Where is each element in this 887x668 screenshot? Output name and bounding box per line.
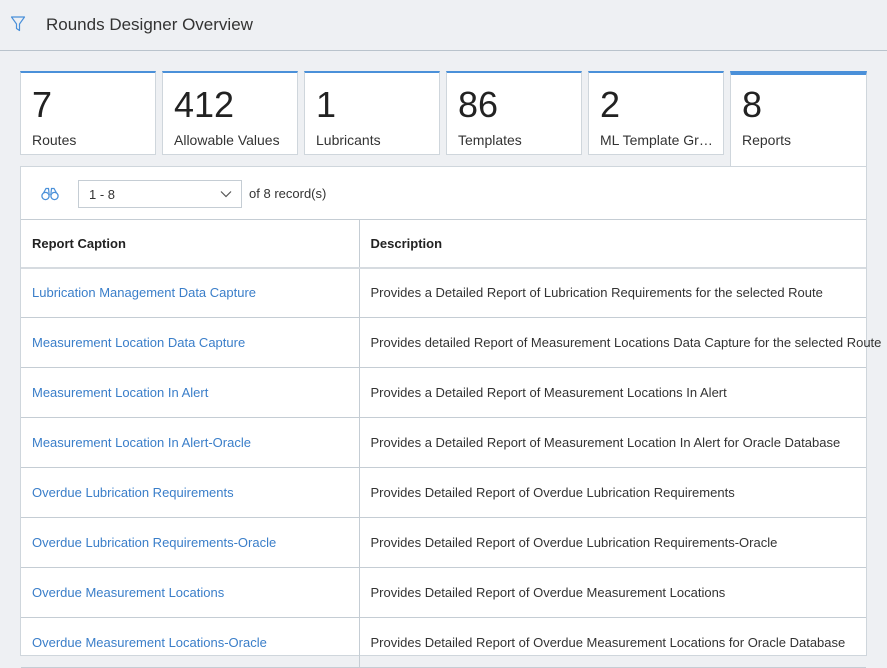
record-unit-label: record(s) [274, 186, 327, 201]
page-title: Rounds Designer Overview [46, 15, 253, 34]
report-description: Provides Detailed Report of Overdue Meas… [359, 617, 866, 668]
report-description: Provides a Detailed Report of Measuremen… [359, 367, 866, 418]
table-row: Overdue Measurement Locations-Oracle Pro… [21, 617, 866, 668]
report-description: Provides Detailed Report of Overdue Lubr… [359, 517, 866, 568]
column-header-report-caption[interactable]: Report Caption [21, 219, 360, 269]
tile-count: 8 [742, 84, 763, 125]
reports-panel: 1 - 8 of 8 record(s) Report Caption Desc… [20, 166, 881, 668]
tile-ml-template-groups[interactable]: 2 ML Template Grou... [588, 71, 724, 155]
report-caption-link[interactable]: Overdue Lubrication Requirements [21, 467, 360, 518]
report-description: Provides a Detailed Report of Lubricatio… [359, 267, 866, 318]
page-range-select[interactable]: 1 - 8 [78, 180, 242, 208]
tile-label: Reports [742, 132, 792, 148]
tile-count: 1 [316, 84, 337, 125]
report-description: Provides Detailed Report of Overdue Lubr… [359, 467, 866, 518]
table-row: Lubrication Management Data Capture Prov… [21, 267, 866, 318]
tile-count: 412 [174, 84, 235, 125]
report-caption-link[interactable]: Overdue Lubrication Requirements-Oracle [21, 517, 360, 568]
table-row: Overdue Lubrication Requirements Provide… [21, 467, 866, 518]
summary-tiles: 7 Routes 412 Allowable Values 1 Lubrican… [20, 71, 867, 167]
tile-label: Allowable Values [174, 132, 280, 148]
column-header-description[interactable]: Description [359, 219, 866, 269]
record-of-label: of [249, 186, 260, 201]
page-range-value: 1 - 8 [89, 187, 116, 202]
report-description: Provides Detailed Report of Overdue Meas… [359, 567, 866, 618]
tile-label: ML Template Grou... [600, 132, 718, 148]
table-row: Measurement Location In Alert-Oracle Pro… [21, 417, 866, 468]
tile-count: 86 [458, 84, 499, 125]
binoculars-icon[interactable] [41, 187, 59, 201]
report-description: Provides detailed Report of Measurement … [359, 317, 881, 368]
tile-count: 2 [600, 84, 621, 125]
chevron-down-icon [220, 191, 232, 198]
tile-templates[interactable]: 86 Templates [446, 71, 582, 155]
report-description: Provides a Detailed Report of Measuremen… [359, 417, 866, 468]
reports-table: Report Caption Description Lubrication M… [21, 219, 881, 668]
report-caption-link[interactable]: Overdue Measurement Locations [21, 567, 360, 618]
tile-label: Routes [32, 132, 77, 148]
report-caption-link[interactable]: Overdue Measurement Locations-Oracle [21, 617, 360, 668]
tile-label: Lubricants [316, 132, 381, 148]
tile-label: Templates [458, 132, 522, 148]
filter-icon[interactable] [10, 15, 26, 33]
tile-allowable-values[interactable]: 412 Allowable Values [162, 71, 298, 155]
record-count: of 8 record(s) [249, 186, 326, 201]
report-caption-link[interactable]: Lubrication Management Data Capture [21, 267, 360, 318]
tile-routes[interactable]: 7 Routes [20, 71, 156, 155]
page-header: Rounds Designer Overview [0, 0, 887, 51]
tile-reports[interactable]: 8 Reports [730, 71, 867, 167]
grid-toolbar: 1 - 8 of 8 record(s) [21, 167, 866, 219]
report-caption-link[interactable]: Measurement Location Data Capture [21, 317, 360, 368]
table-row: Overdue Lubrication Requirements-Oracle … [21, 517, 866, 568]
table-row: Measurement Location Data Capture Provid… [21, 317, 881, 368]
table-row: Overdue Measurement Locations Provides D… [21, 567, 866, 618]
table-header-row: Report Caption Description [21, 219, 866, 269]
report-caption-link[interactable]: Measurement Location In Alert [21, 367, 360, 418]
tile-count: 7 [32, 84, 53, 125]
tile-lubricants[interactable]: 1 Lubricants [304, 71, 440, 155]
report-caption-link[interactable]: Measurement Location In Alert-Oracle [21, 417, 360, 468]
table-row: Measurement Location In Alert Provides a… [21, 367, 866, 418]
record-total: 8 [263, 186, 271, 201]
